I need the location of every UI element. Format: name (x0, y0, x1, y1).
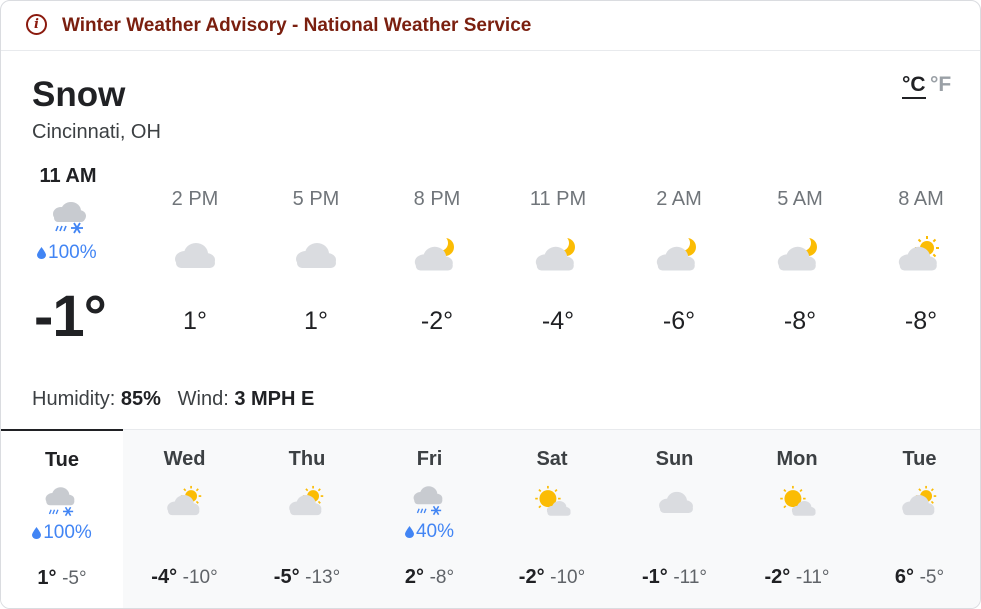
sun-cloud-icon (901, 485, 936, 516)
sun-cloud-icon (166, 485, 201, 516)
day-precip-value: 40% (415, 521, 455, 542)
day-name: Sat (536, 448, 568, 470)
snow-cloud-icon (413, 486, 442, 516)
hourly-temperature: 1° (304, 307, 328, 335)
day-name: Mon (776, 448, 818, 470)
daily-item-sun[interactable]: Sun -1° -11° (614, 430, 736, 608)
current-precip: 100% (37, 242, 97, 264)
hourly-time: 5 PM (292, 188, 340, 210)
day-high: 1° (37, 567, 57, 589)
hourly-time: 2 AM (656, 188, 702, 210)
day-high: 2° (404, 566, 425, 588)
day-high: 6° (894, 566, 915, 588)
hourly-time: 2 PM (171, 188, 219, 210)
sun-cloud-icon (289, 485, 324, 516)
current-temperature: -1° (34, 284, 107, 349)
snow-cloud-icon (45, 487, 75, 517)
hourly-time: 8 PM (413, 188, 461, 210)
hourly-temperature: -8° (783, 307, 817, 335)
day-high: -2° (518, 566, 545, 588)
day-name: Fri (416, 448, 443, 470)
hourly-temperature: -6° (662, 307, 696, 335)
day-low: -10° (550, 567, 586, 588)
day-name: Wed (163, 448, 206, 470)
sun-small-cloud-icon (780, 485, 816, 516)
day-temperatures: 1° -5° (1, 567, 123, 590)
day-precip: 40% (369, 521, 491, 543)
day-temperatures: -2° -11° (736, 566, 858, 589)
current-stats: Humidity: 85% Wind: 3 MPH E (32, 388, 314, 411)
daily-forecast: Tue 100% 1° -5° Wed -4° -10° Thu -5° -13° Fri 40… (1, 429, 981, 608)
day-low: -5° (62, 568, 87, 589)
info-circle-icon: i (26, 14, 47, 35)
day-precip: 100% (1, 522, 123, 544)
fahrenheit-toggle[interactable]: °F (930, 74, 951, 96)
day-temperatures: -5° -13° (246, 566, 368, 589)
day-low: -11° (795, 567, 830, 588)
hourly-time: 8 AM (898, 188, 944, 210)
cloud-icon (175, 243, 215, 268)
celsius-toggle[interactable]: °C (902, 74, 926, 99)
day-high: -2° (764, 566, 791, 588)
cloud-icon (296, 243, 336, 268)
raindrop-icon (32, 527, 42, 539)
current-hour-time: 11 AM (39, 165, 97, 187)
hourly-temperature: -2° (420, 307, 454, 335)
hourly-temperature: -8° (904, 307, 938, 335)
day-low: -5° (919, 567, 945, 588)
daily-item-tue[interactable]: Tue 100% 1° -5° (1, 429, 123, 608)
day-low: -10° (182, 567, 218, 588)
sun-cloud-icon (898, 236, 939, 271)
hourly-time: 11 PM (529, 188, 587, 210)
day-low: -11° (673, 567, 707, 588)
hourly-time: 5 AM (777, 188, 823, 210)
day-name: Sun (655, 448, 694, 470)
sun-small-cloud-icon (535, 485, 571, 516)
wind-label: Wind: (177, 388, 229, 410)
snow-cloud-icon (53, 202, 86, 234)
day-high: -4° (151, 566, 178, 588)
humidity-value: 85% (120, 388, 161, 410)
day-temperatures: -1° -11° (614, 566, 736, 589)
daily-item-mon[interactable]: Mon -2° -11° (736, 430, 858, 608)
current-condition: Snow (32, 75, 126, 114)
daily-item-sat[interactable]: Sat -2° -10° (491, 430, 613, 608)
weather-advisory-banner[interactable]: i Winter Weather Advisory - National Wea… (1, 1, 980, 51)
daily-item-thu[interactable]: Thu -5° -13° (246, 430, 368, 608)
wind-value: 3 MPH E (234, 388, 315, 410)
daily-item-fri[interactable]: Fri 40% 2° -8° (369, 430, 491, 608)
day-high: -1° (642, 566, 668, 588)
moon-cloud-icon (535, 235, 575, 271)
hourly-temperature: -4° (541, 307, 575, 335)
day-name: Thu (288, 448, 326, 470)
humidity-label: Humidity: (32, 388, 116, 410)
day-precip-value: 100% (43, 522, 92, 543)
day-temperatures: -4° -10° (124, 566, 246, 589)
daily-item-wed[interactable]: Wed -4° -10° (124, 430, 246, 608)
raindrop-icon (404, 526, 414, 538)
moon-cloud-icon (656, 235, 696, 271)
weather-card: i Winter Weather Advisory - National Wea… (0, 0, 981, 609)
raindrop-icon (37, 247, 46, 259)
day-low: -13° (305, 567, 341, 588)
day-temperatures: 2° -8° (369, 566, 491, 589)
current-precip-value: 100% (48, 242, 97, 263)
location: Cincinnati, OH (32, 121, 161, 143)
day-temperatures: -2° -10° (491, 566, 613, 589)
advisory-text[interactable]: Winter Weather Advisory - National Weath… (62, 15, 531, 37)
daily-item-tue[interactable]: Tue 6° -5° (859, 430, 981, 608)
hourly-temperature: 1° (183, 307, 207, 335)
moon-cloud-icon (414, 235, 454, 271)
moon-cloud-icon (777, 235, 817, 271)
day-temperatures: 6° -5° (859, 566, 981, 589)
cloud-icon (658, 491, 693, 513)
day-name: Tue (902, 448, 937, 470)
day-high: -5° (273, 566, 300, 588)
day-name: Tue (44, 449, 80, 471)
day-low: -8° (429, 567, 455, 588)
